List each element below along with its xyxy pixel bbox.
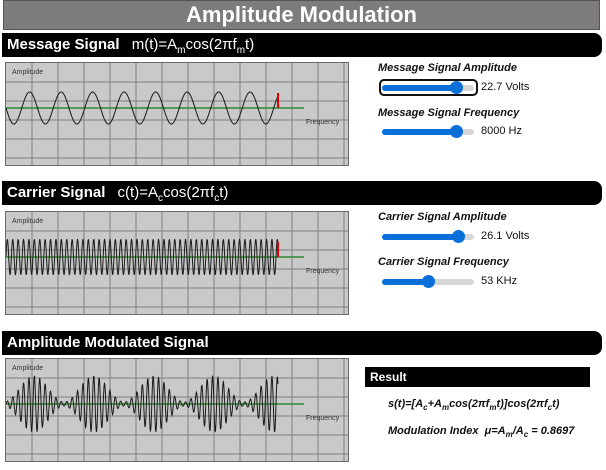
message-frequency-slider-row: 8000 Hz [380, 122, 595, 142]
result-heading: Result [365, 367, 590, 387]
carrier-signal-plot: Amplitude Frequency [5, 211, 349, 315]
message-frequency-slider[interactable] [449, 125, 463, 138]
message-frequency-value: 8000 Hz [481, 125, 522, 137]
modulation-index-label: Modulation Index [388, 425, 479, 437]
message-signal-heading: Message Signal [7, 36, 120, 53]
result-equation: s(t)=[Ac+Amcos(2πfmt)]cos(2πfct) [388, 398, 560, 413]
modulated-signal-heading: Amplitude Modulated Signal [7, 334, 209, 351]
page-title: Amplitude Modulation [3, 0, 600, 30]
message-signal-plot: Amplitude Frequency [5, 62, 349, 166]
x-axis-label: Frequency [306, 119, 340, 126]
message-amplitude-label: Message Signal Amplitude [378, 62, 517, 74]
carrier-frequency-slider[interactable] [422, 275, 435, 288]
modulated-signal-plot: Amplitude Frequency [5, 358, 349, 462]
x-axis-label: Frequency [306, 268, 340, 275]
carrier-amplitude-label: Carrier Signal Amplitude [378, 211, 507, 223]
y-axis-label: Amplitude [12, 218, 43, 225]
carrier-amplitude-slider-row: 26.1 Volts [380, 227, 595, 247]
carrier-signal-heading: Carrier Signal [7, 184, 106, 201]
carrier-frequency-value: 53 KHz [481, 275, 518, 287]
message-frequency-label: Message Signal Frequency [378, 107, 520, 119]
carrier-amplitude-value: 26.1 Volts [481, 230, 530, 242]
message-formula: m(t)=Amcos(2πfmt) [131, 36, 255, 56]
modulation-index: Modulation Index μ=Am/Ac = 0.8697 [388, 425, 574, 439]
plot-background [6, 359, 348, 461]
modulation-index-value: μ=Am/Ac = 0.8697 [484, 425, 575, 440]
y-axis-label: Amplitude [12, 365, 43, 372]
modulated-signal-header: Amplitude Modulated Signal [2, 331, 602, 355]
x-axis-label: Frequency [306, 415, 340, 422]
carrier-signal-header: Carrier Signal c(t)=Accos(2πfct) [2, 181, 602, 205]
carrier-frequency-label: Carrier Signal Frequency [378, 256, 509, 268]
message-amplitude-value: 22.7 Volts [481, 81, 530, 93]
message-amplitude-slider-row: 22.7 Volts [379, 78, 595, 98]
carrier-amplitude-slider[interactable] [452, 230, 466, 243]
message-signal-header: Message Signal m(t)=Amcos(2πfmt) [2, 33, 602, 57]
y-axis-label: Amplitude [12, 69, 43, 76]
carrier-formula: c(t)=Accos(2πfct) [117, 184, 229, 204]
message-amplitude-slider[interactable] [449, 81, 463, 94]
carrier-frequency-slider-row: 53 KHz [380, 272, 595, 292]
